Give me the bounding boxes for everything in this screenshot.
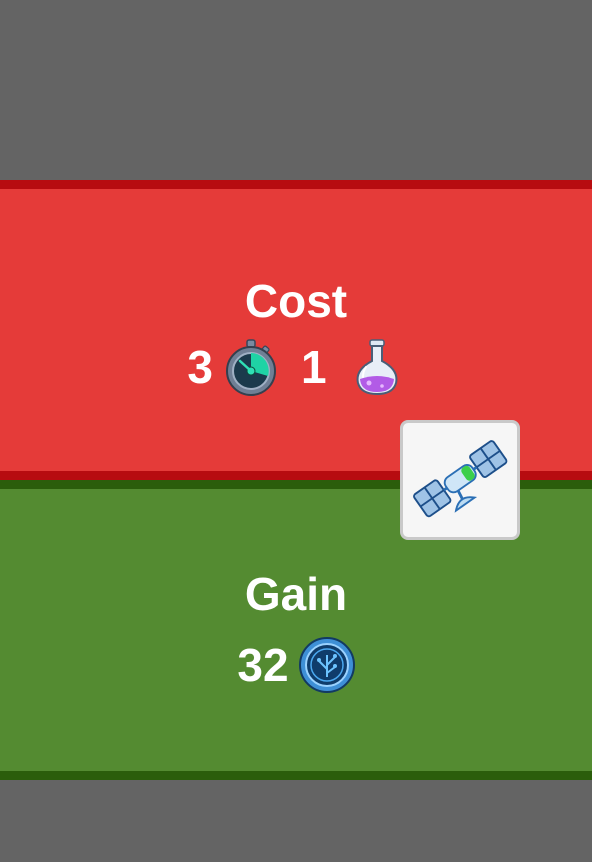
cost-title: Cost — [244, 275, 348, 327]
potion-flask-icon — [349, 337, 405, 397]
cost-research-amount: 1 — [301, 341, 327, 393]
cost-row: 3 1 — [0, 337, 592, 397]
cost-time-amount: 3 — [187, 341, 213, 393]
satellite-icon — [403, 423, 517, 537]
satellite-item-tile[interactable] — [400, 420, 520, 540]
gain-title: Gain — [244, 568, 348, 620]
gain-coin-amount: 32 — [237, 639, 289, 691]
stopwatch-icon — [223, 337, 279, 397]
gain-row: 32 — [0, 635, 592, 695]
tech-coin-icon — [298, 635, 355, 695]
